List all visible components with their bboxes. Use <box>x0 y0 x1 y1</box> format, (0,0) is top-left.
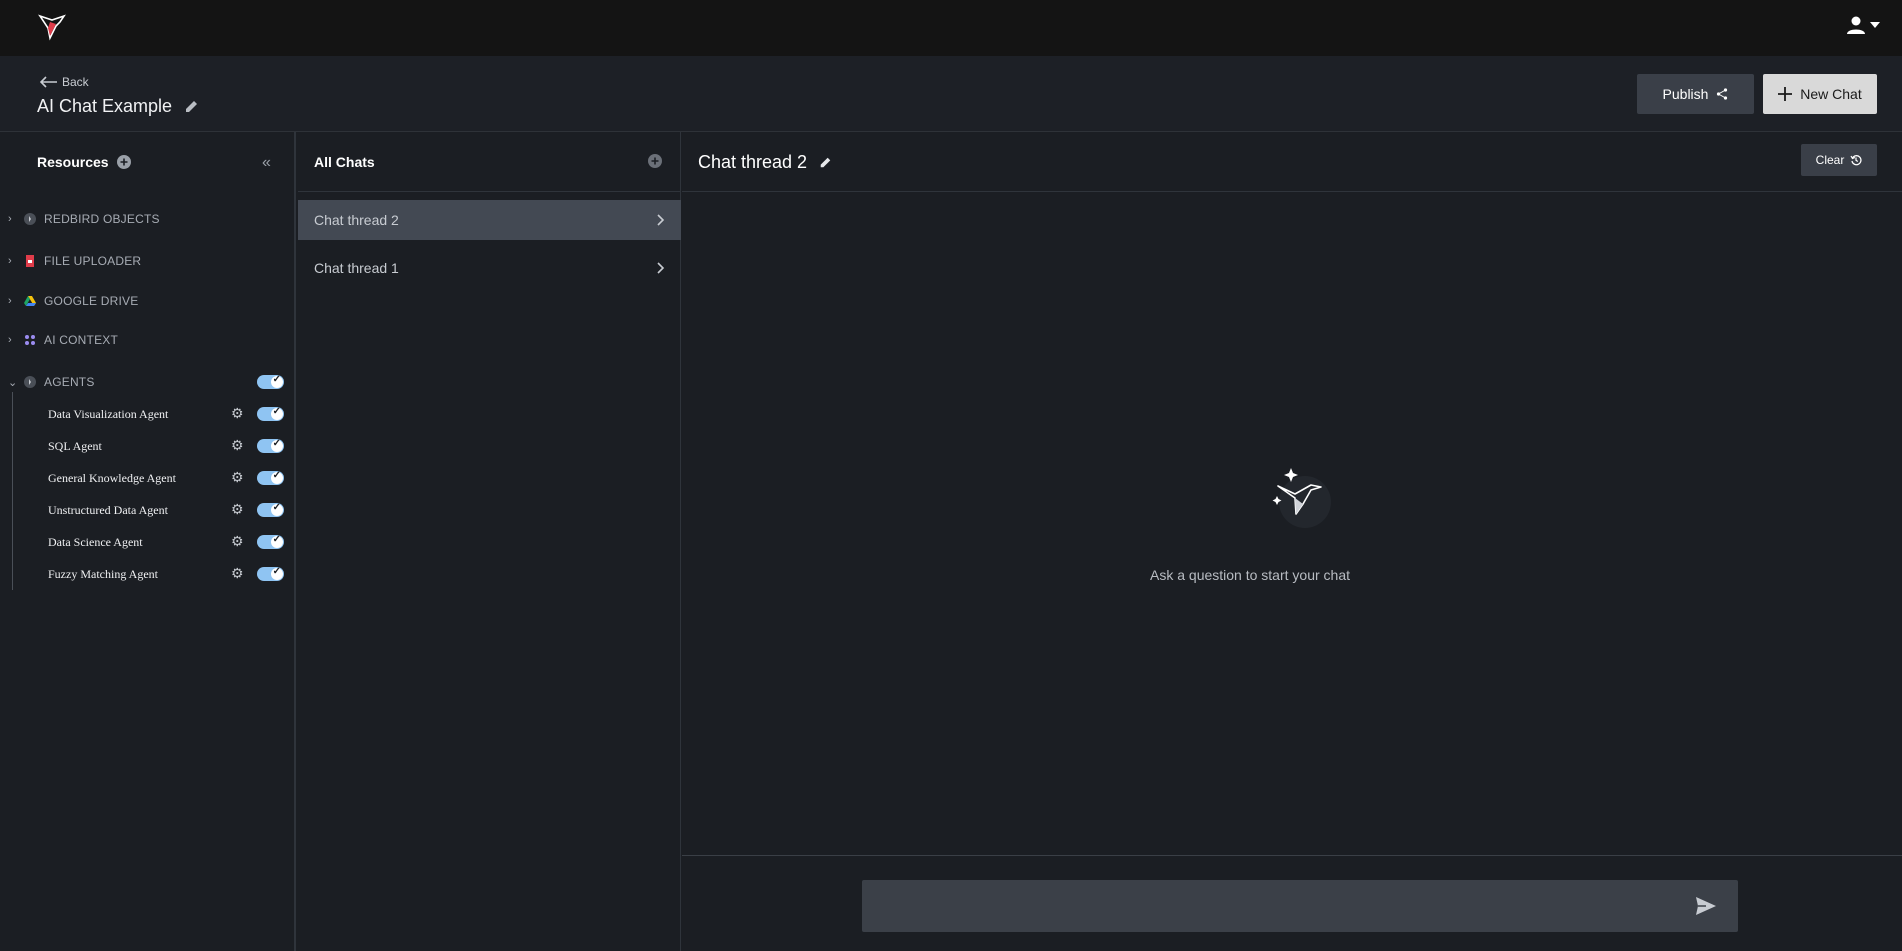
agent-toggle[interactable]: ✓ <box>257 534 284 549</box>
group-ai-context[interactable]: › AI CONTEXT <box>8 333 118 347</box>
file-icon <box>26 255 34 267</box>
new-chat-button[interactable]: New Chat <box>1763 74 1877 114</box>
chevron-right-icon <box>657 214 665 226</box>
chat-main: Chat thread 2 Clear Ask a question to st… <box>682 132 1902 951</box>
pencil-icon[interactable] <box>184 99 199 114</box>
plus-icon <box>1778 87 1793 101</box>
add-chat-icon[interactable] <box>648 154 662 168</box>
chevron-right-icon: › <box>8 295 12 307</box>
group-label: REDBIRD OBJECTS <box>44 212 160 226</box>
page-title: AI Chat Example <box>37 96 199 117</box>
clear-label: Clear <box>1815 153 1845 167</box>
google-drive-icon <box>24 296 36 306</box>
resources-title: Resources <box>37 154 109 170</box>
agent-toggle[interactable]: ✓ <box>257 566 284 581</box>
group-label: AI CONTEXT <box>44 333 119 347</box>
top-bar <box>0 0 1902 56</box>
collapse-sidebar-icon[interactable]: « <box>262 154 271 172</box>
agent-toggle[interactable]: ✓ <box>257 406 284 421</box>
empty-state-text: Ask a question to start your chat <box>1150 567 1350 583</box>
check-icon: ✓ <box>272 438 281 449</box>
agent-data-science[interactable]: Data Science Agent <box>48 535 143 550</box>
gear-icon[interactable]: ⚙ <box>231 405 244 422</box>
check-icon: ✓ <box>272 470 281 481</box>
agent-unstructured-data[interactable]: Unstructured Data Agent <box>48 503 168 518</box>
send-icon[interactable] <box>1695 896 1717 916</box>
agent-general-knowledge[interactable]: General Knowledge Agent <box>48 471 176 486</box>
agent-fuzzy-matching[interactable]: Fuzzy Matching Agent <box>48 567 158 582</box>
agent-toggle[interactable]: ✓ <box>257 502 284 517</box>
ai-sparkle-bird-icon <box>1272 468 1331 528</box>
publish-label: Publish <box>1662 86 1709 102</box>
back-link[interactable]: Back <box>40 75 89 89</box>
agent-data-visualization[interactable]: Data Visualization Agent <box>48 407 168 422</box>
gear-icon[interactable]: ⚙ <box>231 437 244 454</box>
page-title-text: AI Chat Example <box>37 96 173 116</box>
back-label: Back <box>62 75 89 89</box>
pencil-icon[interactable] <box>819 156 832 169</box>
check-icon: ✓ <box>272 566 281 577</box>
arrow-left-icon <box>40 76 57 88</box>
chat-title: Chat thread 2 <box>698 152 832 173</box>
gear-icon[interactable]: ⚙ <box>231 469 244 486</box>
group-redbird-objects[interactable]: › REDBIRD OBJECTS <box>8 212 160 226</box>
gear-icon[interactable]: ⚙ <box>231 501 244 518</box>
group-file-uploader[interactable]: › FILE UPLOADER <box>8 254 141 268</box>
gear-icon[interactable]: ⚙ <box>231 565 244 582</box>
chevron-right-icon: › <box>8 213 12 225</box>
composer-divider <box>682 855 1902 856</box>
thread-label: Chat thread 1 <box>314 260 399 276</box>
redbird-icon <box>24 213 36 225</box>
agent-toggle[interactable]: ✓ <box>257 470 284 485</box>
chats-header: All Chats <box>298 132 681 192</box>
add-circle-icon[interactable] <box>116 155 131 169</box>
hummingbird-logo[interactable] <box>38 12 72 42</box>
chevron-right-icon <box>657 262 665 274</box>
check-icon: ✓ <box>272 502 281 513</box>
group-label: GOOGLE DRIVE <box>44 294 139 308</box>
chat-thread-item[interactable]: Chat thread 1 <box>298 248 681 288</box>
agents-icon <box>24 376 36 388</box>
user-menu[interactable] <box>1846 15 1880 35</box>
page-header: Back AI Chat Example <box>0 56 1902 132</box>
chat-title-text: Chat thread 2 <box>698 152 808 172</box>
clear-button[interactable]: Clear <box>1801 144 1877 176</box>
user-icon <box>1847 16 1865 34</box>
gear-icon[interactable]: ⚙ <box>231 533 244 550</box>
chats-title: All Chats <box>314 154 375 170</box>
chevron-right-icon: › <box>8 255 12 267</box>
agents-toggle[interactable]: ✓ <box>257 374 284 389</box>
chevron-down-icon: ⌄ <box>8 376 18 389</box>
tree-line <box>12 392 13 590</box>
check-icon: ✓ <box>272 374 281 385</box>
group-label: FILE UPLOADER <box>44 254 142 268</box>
agent-toggle[interactable]: ✓ <box>257 438 284 453</box>
group-google-drive[interactable]: › GOOGLE DRIVE <box>8 294 138 308</box>
chats-panel: All Chats Chat thread 2 Chat thread 1 <box>298 132 681 951</box>
chevron-down-icon <box>1870 22 1880 28</box>
ai-context-icon <box>25 335 35 345</box>
check-icon: ✓ <box>272 534 281 545</box>
group-label: AGENTS <box>44 375 95 389</box>
agent-sql[interactable]: SQL Agent <box>48 439 102 454</box>
thread-label: Chat thread 2 <box>314 212 399 228</box>
share-icon <box>1717 88 1728 100</box>
new-chat-label: New Chat <box>1800 86 1862 102</box>
chat-header: Chat thread 2 Clear <box>682 132 1902 192</box>
group-agents[interactable]: ⌄ AGENTS <box>8 375 95 389</box>
check-icon: ✓ <box>272 406 281 417</box>
resources-sidebar: Resources « › REDBIRD OBJECTS › FILE UPL… <box>0 132 296 951</box>
history-icon <box>1850 155 1862 166</box>
chat-thread-item[interactable]: Chat thread 2 <box>298 200 681 240</box>
publish-button[interactable]: Publish <box>1637 74 1754 114</box>
resources-header: Resources <box>37 154 131 170</box>
chevron-right-icon: › <box>8 334 12 346</box>
chat-input[interactable] <box>862 880 1738 932</box>
